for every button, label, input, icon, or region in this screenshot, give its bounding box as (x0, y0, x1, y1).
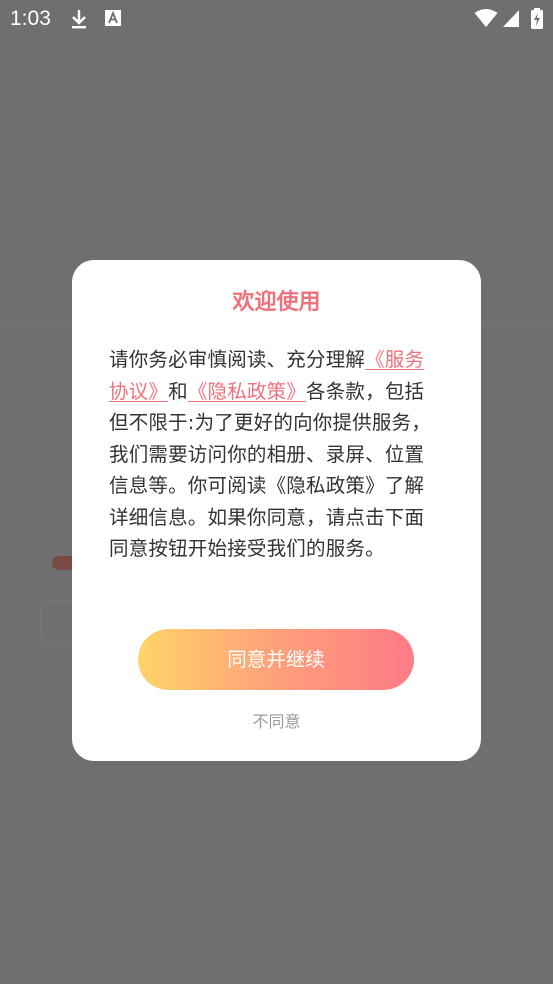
body-text-prefix: 请你务必审慎阅读、充分理解 (109, 348, 366, 371)
body-text-suffix: 各条款，包括但不限于:为了更好的向你提供服务，我们需要访问你的相册、录屏、位置信… (109, 379, 431, 561)
wifi-icon (474, 8, 498, 32)
dialog-body: 请你务必审慎阅读、充分理解《服务协议》和《隐私政策》各条款，包括但不限于:为了更… (109, 344, 435, 565)
dialog-title: 欢迎使用 (232, 290, 321, 315)
cellular-signal-icon (502, 8, 520, 32)
privacy-policy-link[interactable]: 《隐私政策》 (188, 380, 306, 403)
agree-continue-button[interactable]: 同意并继续 (138, 629, 414, 690)
disagree-button[interactable]: 不同意 (72, 708, 481, 732)
font-a-icon (104, 8, 122, 32)
app-screen: 1:03 欢迎使用 请你务必审慎阅读、充分理解《服务协议》和《隐私政策》各条款，… (0, 0, 553, 984)
status-bar: 1:03 (0, 0, 553, 38)
download-icon (69, 8, 89, 34)
body-text-middle: 和 (168, 379, 188, 403)
status-time: 1:03 (10, 7, 51, 30)
battery-charging-icon (530, 8, 544, 34)
privacy-dialog: 欢迎使用 请你务必审慎阅读、充分理解《服务协议》和《隐私政策》各条款，包括但不限… (72, 260, 481, 761)
